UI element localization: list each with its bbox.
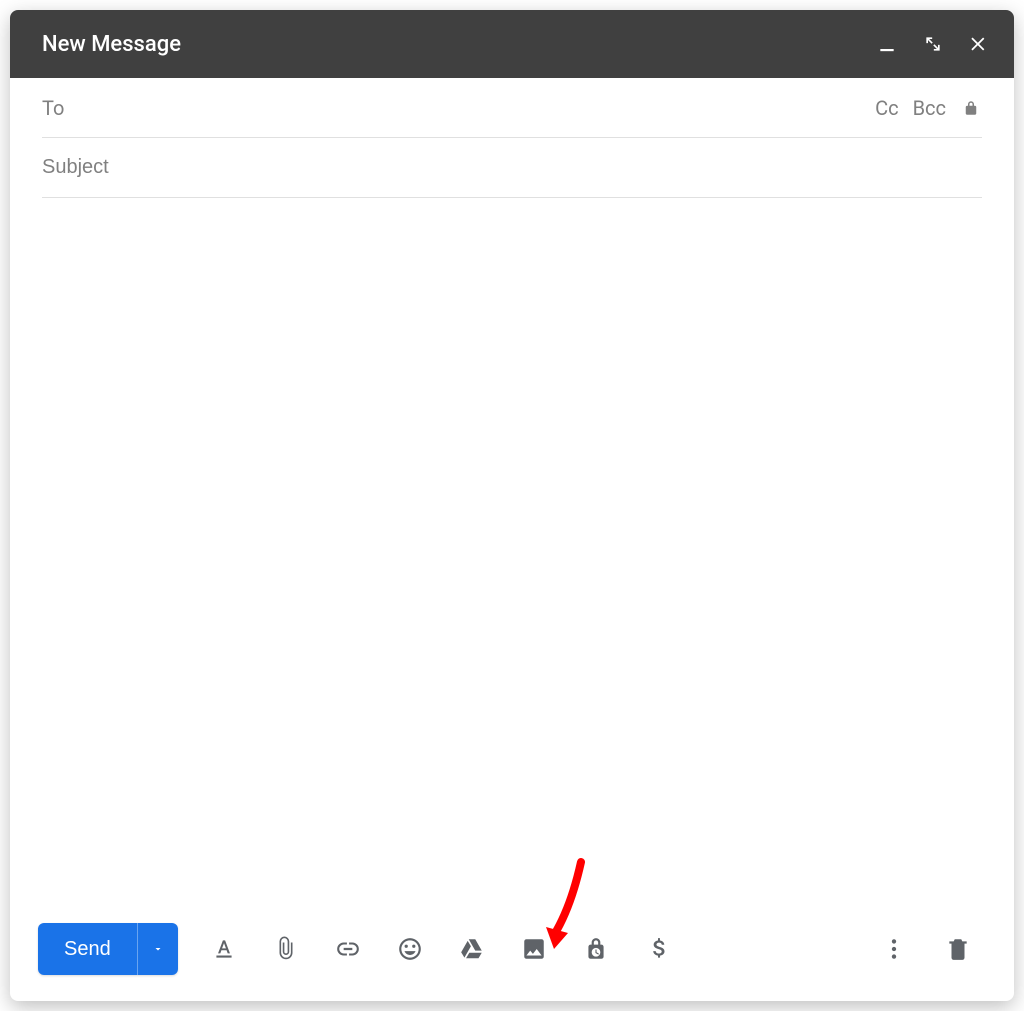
attach-icon[interactable] (264, 927, 308, 971)
to-input[interactable] (78, 96, 861, 119)
insert-link-icon[interactable] (326, 927, 370, 971)
compose-title: New Message (42, 32, 181, 57)
cc-button[interactable]: Cc (875, 96, 899, 120)
to-row-right: Cc Bcc (875, 96, 982, 120)
send-options-button[interactable] (138, 923, 178, 975)
to-row: To Cc Bcc (42, 78, 982, 138)
bcc-button[interactable]: Bcc (913, 96, 946, 120)
emoji-icon[interactable] (388, 927, 432, 971)
body-editor[interactable] (42, 216, 982, 897)
confidential-mode-icon[interactable] (574, 927, 618, 971)
minimize-icon[interactable] (876, 33, 898, 55)
subject-input[interactable] (42, 156, 982, 179)
expand-icon[interactable] (922, 33, 944, 55)
footer-right (866, 927, 986, 971)
footer-left: Send (38, 923, 684, 975)
close-icon[interactable] (968, 33, 990, 55)
send-split-button: Send (38, 923, 178, 975)
lock-icon[interactable] (960, 97, 982, 119)
send-button[interactable]: Send (38, 923, 138, 975)
compose-footer: Send (10, 915, 1014, 1001)
to-label: To (42, 96, 64, 120)
drive-icon[interactable] (450, 927, 494, 971)
discard-draft-icon[interactable] (936, 927, 980, 971)
insert-photo-icon[interactable] (512, 927, 556, 971)
formatting-icon[interactable] (202, 927, 246, 971)
window-actions (876, 33, 990, 55)
subject-row (42, 138, 982, 198)
compose-fields: To Cc Bcc (10, 78, 1014, 198)
compose-window: New Message To Cc Bcc (10, 10, 1014, 1001)
money-icon[interactable] (636, 927, 680, 971)
body-area (10, 198, 1014, 915)
more-options-icon[interactable] (872, 927, 916, 971)
compose-header: New Message (10, 10, 1014, 78)
